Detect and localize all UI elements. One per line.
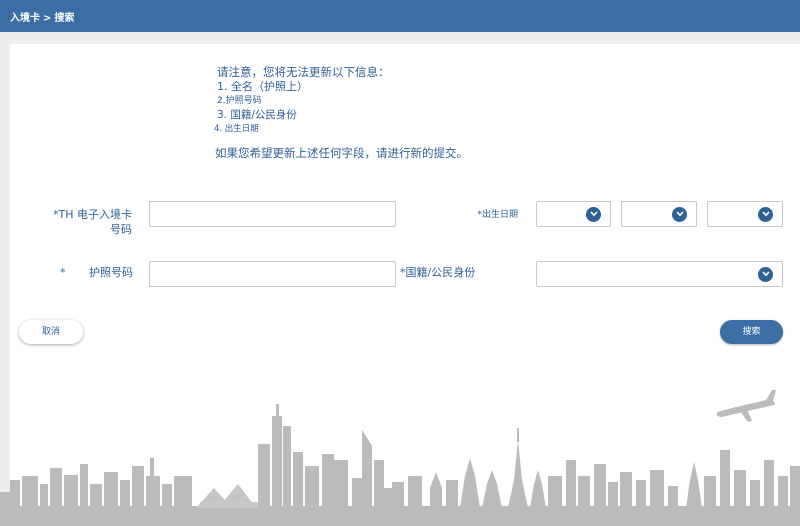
passport-input[interactable] — [149, 261, 396, 287]
dob-day-select[interactable] — [536, 201, 611, 227]
dob-month-select[interactable] — [621, 201, 697, 227]
notice-item-nationality: 3. 国籍/公民身份 — [217, 109, 297, 121]
card-number-label-line2: 号码 — [110, 223, 132, 236]
breadcrumb-item-search: 搜索 — [54, 13, 75, 24]
notice-title: 请注意，您将无法更新以下信息： — [217, 65, 390, 79]
chevron-down-icon — [586, 207, 601, 222]
notice-footer: 如果您希望更新上述任何字段，请进行新的提交。 — [215, 146, 468, 160]
chevron-down-icon — [758, 267, 773, 282]
breadcrumb-item-arrival-card[interactable]: 入境卡 — [10, 13, 40, 24]
city-skyline-illustration — [0, 390, 800, 526]
breadcrumb-separator: > — [43, 13, 52, 24]
breadcrumb: 入境卡 > 搜索 — [10, 9, 74, 24]
passport-required-star: * — [60, 266, 66, 279]
notice-item-full-name: 1. 全名（护照上） — [217, 80, 308, 93]
top-bar: 入境卡 > 搜索 — [0, 0, 800, 32]
notice-item-passport: 2.护照号码 — [217, 96, 262, 106]
passport-label: 护照号码 — [89, 266, 133, 279]
cancel-button[interactable]: 取消 — [19, 320, 83, 344]
airplane-icon — [716, 390, 776, 422]
card-number-input[interactable] — [149, 201, 396, 227]
search-button[interactable]: 搜索 — [720, 320, 783, 344]
chevron-down-icon — [758, 207, 773, 222]
notice-item-dob: 4. 出生日期 — [214, 124, 259, 134]
nationality-select[interactable] — [536, 261, 783, 287]
nationality-label: *国籍/公民身份 — [400, 266, 476, 279]
card-number-label-line1: *TH 电子入境卡 — [53, 208, 132, 221]
dob-label: *出生日期 — [477, 210, 518, 220]
chevron-down-icon — [672, 207, 687, 222]
dob-year-select[interactable] — [707, 201, 783, 227]
card-number-label: *TH 电子入境卡 号码 — [30, 207, 132, 237]
notice-panel: 请注意，您将无法更新以下信息： 1. 全名（护照上） 2.护照号码 3. 国籍/… — [214, 64, 468, 161]
